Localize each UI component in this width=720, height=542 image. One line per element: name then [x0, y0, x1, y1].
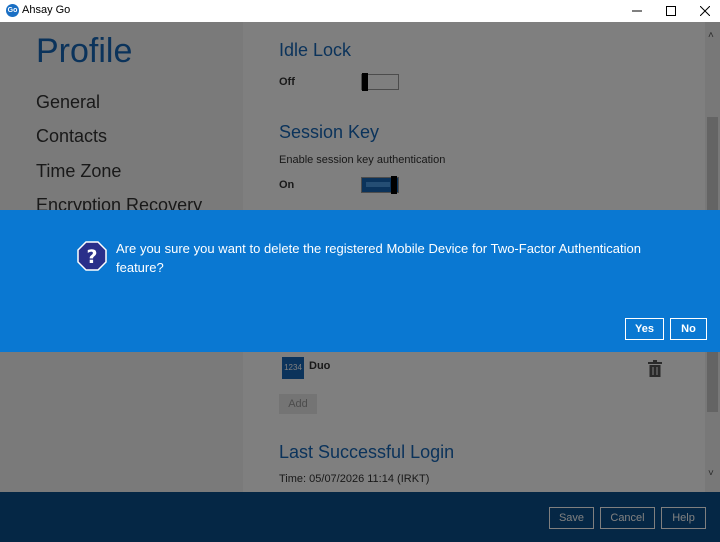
no-button[interactable]: No [670, 318, 707, 340]
close-icon [700, 6, 710, 16]
confirm-dialog: ? Are you sure you want to delete the re… [0, 210, 720, 352]
app-logo-icon: Go [6, 4, 19, 17]
minimize-icon [632, 10, 642, 12]
maximize-button[interactable] [654, 0, 688, 22]
dialog-message: Are you sure you want to delete the regi… [116, 241, 641, 275]
minimize-button[interactable] [620, 0, 654, 22]
question-icon: ? [77, 241, 107, 271]
window-title: Ahsay Go [22, 4, 71, 16]
title-bar: Go Ahsay Go [0, 0, 720, 22]
close-window-button[interactable] [688, 0, 720, 22]
yes-button[interactable]: Yes [625, 318, 664, 340]
maximize-icon [666, 6, 676, 16]
svg-text:?: ? [86, 246, 97, 268]
